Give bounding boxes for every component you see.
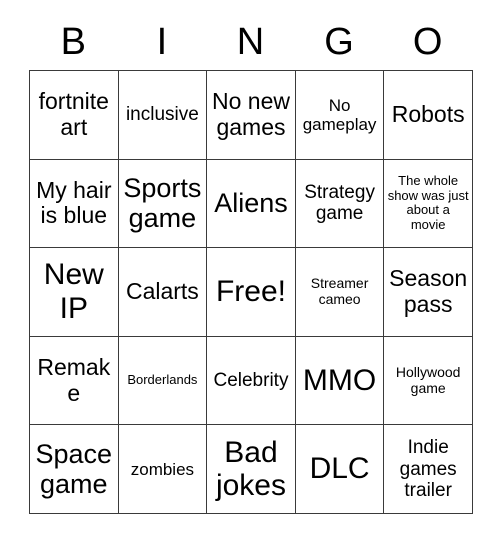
bingo-cell[interactable]: Remake [30,336,119,426]
bingo-cell[interactable]: MMO [295,336,385,426]
bingo-cell-free[interactable]: Free! [207,248,296,337]
bingo-cell[interactable]: DLC [295,425,385,514]
bingo-cell[interactable]: The whole show was just about a movie [384,159,473,249]
bingo-cell-label: Strategy game [304,182,375,225]
bingo-cell[interactable]: Robots [384,71,473,160]
bingo-header-letter-b: B [60,21,86,63]
bingo-cell-label: Sports game [123,173,202,234]
bingo-cell-label: Calarts [125,278,199,305]
bingo-cell-label: Season pass [389,265,468,317]
bingo-cell-label: The whole show was just about a movie [387,173,469,232]
bingo-header-letter-g: G [324,21,354,63]
bingo-row: My hair is blue Sports game Aliens Strat… [30,159,473,249]
bingo-cell-label: Aliens [214,188,288,219]
bingo-cell[interactable]: No new games [207,71,296,160]
bingo-header: B I N G O [29,14,472,70]
bingo-row: fortnite art inclusive No new games No g… [30,71,473,160]
bingo-cell[interactable]: My hair is blue [30,159,119,249]
bingo-cell-label: No new games [211,88,290,140]
bingo-cell[interactable]: Aliens [207,159,296,249]
bingo-cell[interactable]: Streamer cameo [295,248,385,337]
bingo-cell[interactable]: Hollywood game [384,336,473,426]
bingo-cell[interactable]: inclusive [118,71,208,160]
bingo-row: Remake Borderlands Celebrity MMO Hollywo… [30,336,473,426]
bingo-row: New IP Calarts Free! Streamer cameo Seas… [30,248,473,337]
bingo-cell-label: Indie games trailer [399,437,457,501]
bingo-cell-label: Space game [35,438,113,500]
bingo-cell[interactable]: New IP [30,248,119,337]
bingo-cell[interactable]: No gameplay [295,71,385,160]
bingo-cell-label: DLC [309,452,370,486]
bingo-cell[interactable]: zombies [118,425,208,514]
bingo-cell-label: My hair is blue [36,176,112,229]
bingo-cell-label: No gameplay [302,95,377,134]
bingo-cell-label: fortnite art [38,88,109,140]
bingo-cell-label: MMO [302,363,377,397]
bingo-cell-label: zombies [130,459,195,479]
bingo-grid: fortnite art inclusive No new games No g… [29,70,473,514]
bingo-header-letter-o: O [412,21,443,63]
bingo-cell-label: Free! [215,275,286,309]
bingo-cell[interactable]: Celebrity [207,336,296,426]
bingo-cell-label: Hollywood game [395,363,461,396]
bingo-cell[interactable]: Space game [30,425,119,514]
bingo-cell[interactable]: Sports game [118,159,208,249]
bingo-cell-label: Streamer cameo [310,275,369,307]
bingo-cell[interactable]: Strategy game [295,159,385,249]
bingo-cell[interactable]: Bad jokes [207,425,296,514]
bingo-cell-label: Celebrity [213,369,289,391]
bingo-cell-label: New IP [43,258,104,325]
bingo-card: B I N G O fortnite art inclusive No new … [29,14,473,514]
bingo-cell[interactable]: Season pass [384,248,473,337]
bingo-cell-label: Bad jokes [215,435,286,503]
bingo-cell-label: Robots [391,100,465,127]
bingo-header-letter-i: I [156,21,168,63]
bingo-cell[interactable]: Borderlands [118,336,208,426]
bingo-cell[interactable]: Indie games trailer [384,425,473,514]
bingo-cell-label: Remake [37,353,111,406]
bingo-cell[interactable]: Calarts [118,248,208,337]
bingo-cell-label: Borderlands [127,372,198,388]
bingo-cell[interactable]: fortnite art [30,71,119,160]
bingo-header-letter-n: N [236,21,265,63]
bingo-row: Space game zombies Bad jokes DLC Indie g… [30,425,473,514]
bingo-cell-label: inclusive [125,104,199,126]
